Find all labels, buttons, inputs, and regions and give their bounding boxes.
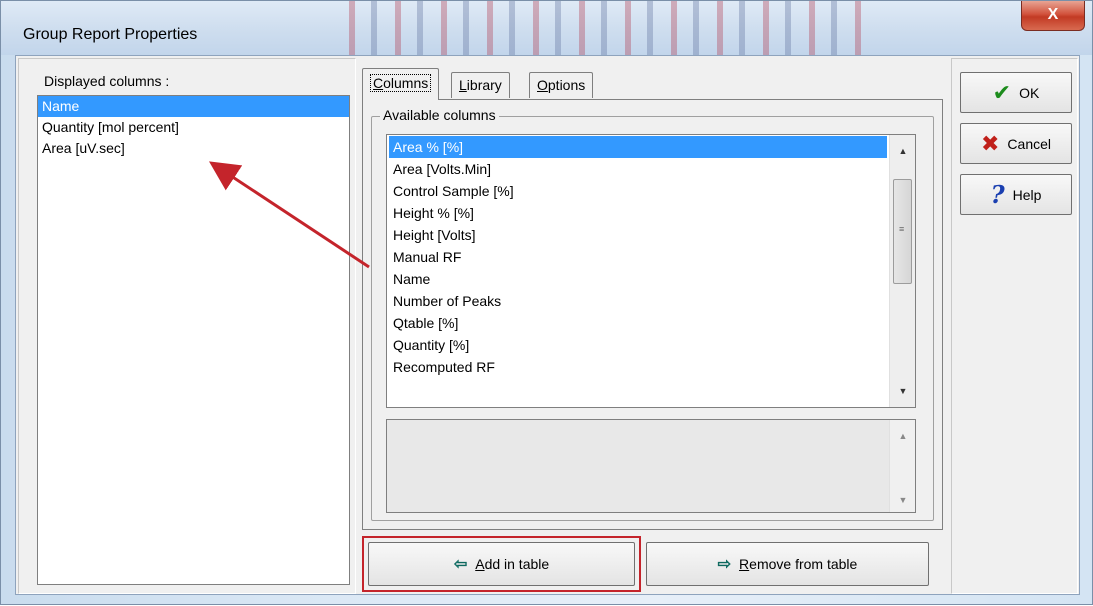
scrollbar-grip-icon: ≡: [899, 224, 905, 234]
scroll-up-arrow-icon[interactable]: ▲: [890, 141, 915, 161]
description-scrollbar[interactable]: ▲ ▼: [889, 420, 915, 512]
available-columns-label: Available columns: [380, 107, 499, 123]
displayed-columns-panel: Displayed columns : Name Quantity [mol p…: [18, 58, 356, 594]
available-column-item[interactable]: Name: [389, 268, 887, 290]
close-button[interactable]: X: [1021, 1, 1085, 31]
action-buttons-panel: ✔ OK ✖ Cancel ? Help: [951, 58, 1078, 594]
red-x-icon: ✖: [980, 130, 1000, 156]
tab-library-label-rest: ibrary: [466, 77, 502, 93]
available-column-item[interactable]: Height % [%]: [389, 202, 887, 224]
available-columns-items: Area % [%] Area [Volts.Min] Control Samp…: [389, 136, 887, 378]
displayed-column-item[interactable]: Area [uV.sec]: [38, 138, 349, 159]
arrow-right-icon: ⇨: [717, 556, 732, 574]
window-title: Group Report Properties: [23, 26, 198, 43]
cancel-label: Cancel: [1007, 135, 1052, 152]
add-in-table-button[interactable]: ⇦ Add in table: [368, 542, 635, 586]
help-button[interactable]: ? Help: [960, 174, 1072, 215]
tab-columns-mnemonic: C: [373, 75, 384, 91]
question-mark-icon: ?: [990, 180, 1005, 209]
available-column-item[interactable]: Area [Volts.Min]: [389, 158, 887, 180]
remove-from-table-button[interactable]: ⇨ Remove from table: [646, 542, 929, 586]
column-description-box[interactable]: ▲ ▼: [386, 419, 916, 513]
displayed-columns-list[interactable]: Name Quantity [mol percent] Area [uV.sec…: [37, 95, 350, 585]
checkmark-icon: ✔: [992, 79, 1012, 105]
available-column-item[interactable]: Control Sample [%]: [389, 180, 887, 202]
ok-button[interactable]: ✔ OK: [960, 72, 1072, 113]
available-column-item[interactable]: Number of Peaks: [389, 290, 887, 312]
displayed-column-item[interactable]: Name: [38, 96, 349, 117]
available-column-item[interactable]: Quantity [%]: [389, 334, 887, 356]
dialog-window: Group Report Properties X Displayed colu…: [0, 0, 1093, 605]
available-column-item[interactable]: Area % [%]: [389, 136, 887, 158]
columns-tab-panel: Available columns Area % [%] Area [Volts…: [362, 99, 943, 530]
tab-library[interactable]: Library: [451, 72, 510, 98]
tab-options[interactable]: Options: [529, 72, 594, 98]
available-column-item[interactable]: Manual RF: [389, 246, 887, 268]
available-columns-scrollbar[interactable]: ▲ ≡ ▼: [889, 135, 915, 407]
add-in-table-label: Add in table: [475, 556, 550, 572]
title-bar-background-decoration: [331, 1, 871, 55]
cancel-button[interactable]: ✖ Cancel: [960, 123, 1072, 164]
desc-scroll-up-arrow-icon[interactable]: ▲: [890, 426, 916, 446]
available-column-item[interactable]: Recomputed RF: [389, 356, 887, 378]
tab-columns-label-rest: olumns: [383, 75, 429, 91]
available-columns-list[interactable]: Area % [%] Area [Volts.Min] Control Samp…: [386, 134, 916, 408]
help-label: Help: [1012, 186, 1042, 203]
available-column-item[interactable]: Qtable [%]: [389, 312, 887, 334]
tab-options-label-rest: ptions: [547, 77, 586, 93]
tab-columns[interactable]: Columns: [362, 68, 440, 100]
remove-from-table-label: Remove from table: [739, 556, 858, 572]
available-columns-group: Available columns Area % [%] Area [Volts…: [371, 107, 934, 521]
tab-library-mnemonic: L: [459, 77, 467, 93]
title-bar[interactable]: Group Report Properties X: [1, 1, 1092, 55]
displayed-columns-label: Displayed columns :: [44, 73, 170, 89]
tab-options-mnemonic: O: [537, 77, 548, 93]
ok-label: OK: [1019, 84, 1040, 101]
dialog-client-area: Displayed columns : Name Quantity [mol p…: [15, 55, 1080, 595]
displayed-column-item[interactable]: Quantity [mol percent]: [38, 117, 349, 138]
desc-scroll-down-arrow-icon[interactable]: ▼: [890, 490, 916, 510]
scroll-down-arrow-icon[interactable]: ▼: [890, 381, 915, 401]
available-column-item[interactable]: Height [Volts]: [389, 224, 887, 246]
arrow-left-icon: ⇦: [453, 556, 468, 574]
